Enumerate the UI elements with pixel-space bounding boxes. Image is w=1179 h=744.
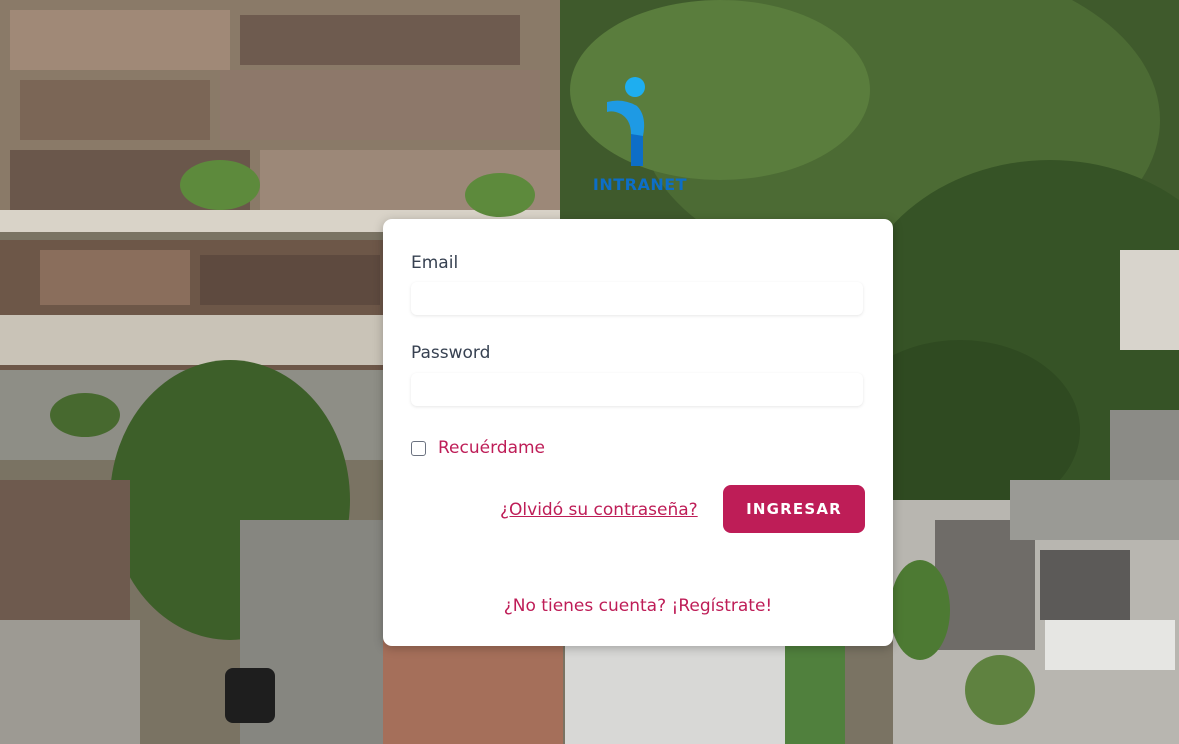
intranet-i-icon (607, 77, 645, 166)
password-field[interactable] (411, 373, 863, 406)
intranet-logo: INTRANET (583, 76, 697, 194)
remember-me[interactable]: Recuérdame (411, 438, 545, 458)
forgot-password-link[interactable]: ¿Olvidó su contraseña? (500, 500, 698, 520)
email-label: Email (411, 253, 459, 273)
remember-checkbox[interactable] (411, 440, 426, 456)
remember-label[interactable]: Recuérdame (438, 438, 545, 458)
register-link[interactable]: ¿No tienes cuenta? ¡Regístrate! (383, 596, 893, 616)
logo-text: INTRANET (592, 175, 688, 194)
email-field[interactable] (411, 282, 863, 315)
login-button[interactable]: INGRESAR (723, 485, 865, 533)
login-card: Email Password Recuérdame ¿Olvidó su con… (383, 219, 893, 646)
password-label: Password (411, 343, 491, 363)
